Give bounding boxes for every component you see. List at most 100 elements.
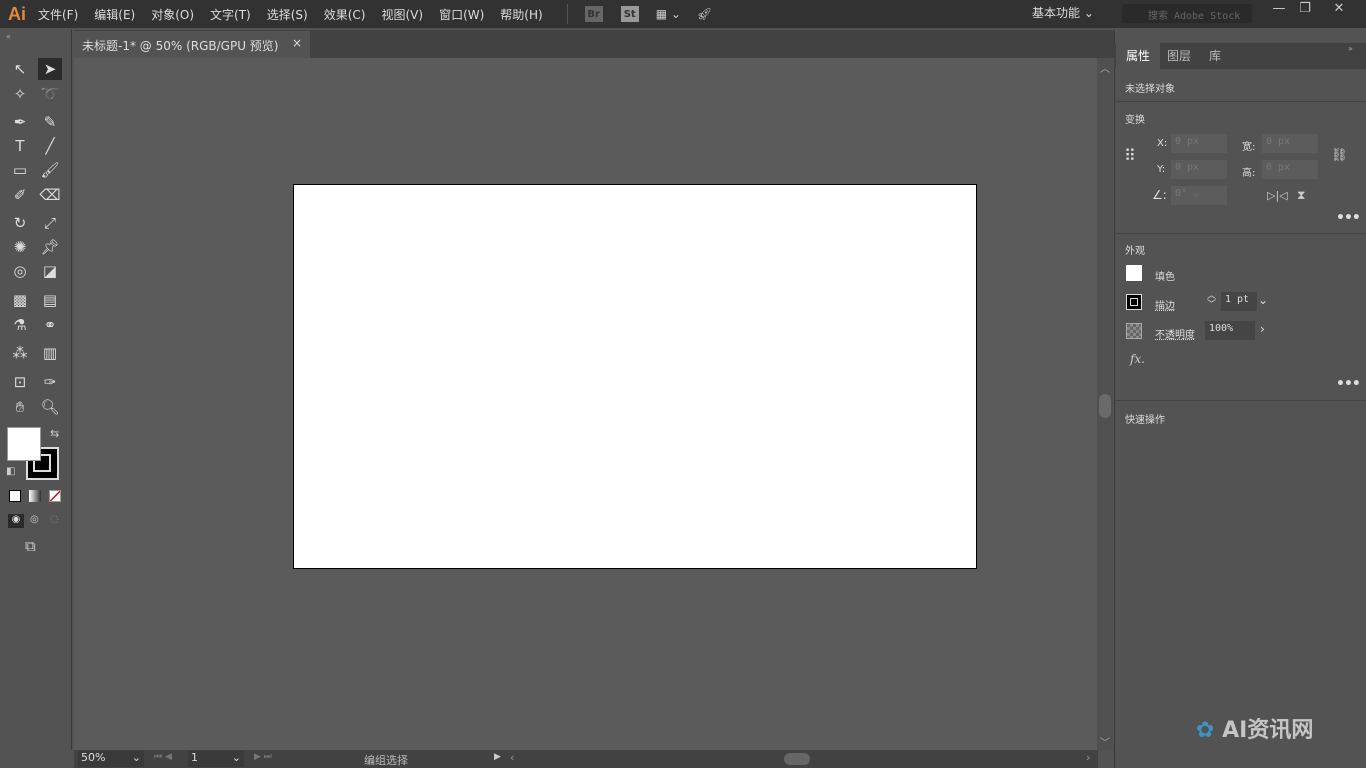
document-tab-title: 未标题-1* @ 50% (RGB/GPU 预览) [82,39,279,53]
tab-layers[interactable]: 图层 [1157,43,1201,69]
menu-view[interactable]: 视图(V) [381,6,423,23]
effects-button[interactable]: fx. [1130,352,1145,366]
zoom-level-select[interactable]: 50% ⌄ [78,751,144,767]
flip-vertical-icon[interactable]: ⧗ [1297,188,1305,203]
draw-inside-icon[interactable]: ◌ [50,514,59,525]
shaper-tool-icon[interactable]: ✐ [8,184,32,206]
quick-actions-heading: 快速操作 [1125,415,1165,426]
perspective-grid-icon[interactable]: ◪ [38,260,62,282]
draw-behind-icon[interactable]: ◎ [30,514,39,525]
gradient-tool-icon[interactable]: ▤ [38,289,62,311]
watermark-logo: ✿ AI资讯网 [1196,718,1314,743]
status-menu-icon[interactable]: ▶ [494,752,501,762]
width-field[interactable]: 0 px [1262,134,1318,153]
artboard[interactable] [293,184,977,569]
magic-wand-icon[interactable]: ✧ [8,83,32,105]
shape-builder-icon[interactable]: ◎ [8,260,32,282]
gpu-rocket-icon[interactable]: 🚀︎ [697,7,712,21]
puppet-warp-icon[interactable]: 📌︎ [38,236,62,258]
color-mode-icon[interactable] [9,490,21,502]
height-label: 高: [1242,168,1256,179]
more-transform-options-icon[interactable]: ••• [1336,210,1361,226]
fill-color-swatch[interactable] [1126,265,1142,281]
rotate-tool-icon[interactable]: ↻ [8,212,32,234]
rotate-field[interactable]: 0° ⌄ [1171,186,1227,205]
zoom-tool-icon[interactable]: 🔍︎ [38,396,62,418]
default-colors-icon[interactable]: ◧ [6,466,15,477]
stock-icon[interactable]: St [620,6,639,22]
fill-swatch[interactable] [7,427,41,461]
y-field[interactable]: 0 px [1171,160,1227,179]
stroke-color-swatch[interactable] [1126,294,1142,310]
menu-window[interactable]: 窗口(W) [439,6,484,23]
gradient-mode-icon[interactable] [29,490,41,502]
paintbrush-icon[interactable]: 🖌︎ [38,159,62,181]
artboard-number-select[interactable]: 1 ⌄ [188,751,244,767]
menu-help[interactable]: 帮助(H) [500,6,542,23]
pen-tool-icon[interactable]: ✒ [8,111,32,133]
scale-tool-icon[interactable]: ⤢ [38,212,62,234]
workspace-switcher[interactable]: 基本功能 ⌄ [1032,4,1094,21]
eyedropper-icon[interactable]: ⚗ [8,314,32,336]
scroll-right-icon[interactable]: › [1086,751,1090,764]
menu-effect[interactable]: 效果(C) [324,6,366,23]
slice-tool-icon[interactable]: ✑ [38,371,62,393]
tab-properties[interactable]: 属性 [1116,43,1161,69]
menu-select[interactable]: 选择(S) [267,6,308,23]
menu-edit[interactable]: 编辑(E) [94,6,135,23]
x-field[interactable]: 0 px [1171,134,1227,153]
eraser-icon[interactable]: ⌫ [38,184,62,206]
scroll-down-icon[interactable]: ﹀ [1100,734,1110,749]
next-artboard-icon[interactable]: ▶ ⏭ [254,752,272,762]
lasso-icon[interactable]: ➰ [38,83,62,105]
type-tool-icon[interactable]: T [8,135,32,157]
arrange-documents-icon[interactable]: ▦ ⌄ [656,7,681,21]
draw-normal-icon[interactable]: ◉ [8,514,24,528]
reference-point-icon[interactable]: ⠿ [1124,146,1136,165]
horizontal-scroll-thumb[interactable] [784,753,810,765]
close-tab-icon[interactable]: × [292,36,302,50]
flip-horizontal-icon[interactable]: ▷|◁ [1267,189,1288,202]
blend-tool-icon[interactable]: ⚭ [38,314,62,336]
stroke-stepper-icon[interactable]: ︿ ﹀ [1207,292,1216,310]
scroll-up-icon[interactable]: ︿ [1100,60,1110,75]
close-button[interactable]: ✕ [1322,0,1356,20]
menu-object[interactable]: 对象(O) [151,6,194,23]
none-mode-icon[interactable] [49,490,61,502]
curvature-tool-icon[interactable]: ✎ [38,111,62,133]
screen-mode-icon[interactable]: ⧉ [25,537,36,555]
opacity-field[interactable]: 100% [1205,321,1255,340]
bridge-icon[interactable]: Br [584,6,603,22]
divider [1114,101,1366,102]
artboard-tool-icon[interactable]: ⊡ [8,371,32,393]
graph-tool-icon[interactable]: ▥ [38,342,62,364]
vertical-scroll-thumb[interactable] [1099,394,1111,418]
constrain-proportions-icon[interactable]: ⛓ [1331,148,1348,163]
stroke-label[interactable]: 描边 [1155,297,1175,312]
more-appearance-options-icon[interactable]: ••• [1336,376,1361,392]
line-tool-icon[interactable]: ╱ [38,135,62,157]
restore-button[interactable]: ❐ [1288,0,1322,20]
mesh-tool-icon[interactable]: ▩ [8,289,32,311]
opacity-label[interactable]: 不透明度 [1155,326,1195,341]
swap-colors-icon[interactable]: ⇆ [50,427,59,440]
scroll-left-icon[interactable]: ‹ [510,751,514,764]
height-field[interactable]: 0 px [1262,160,1318,179]
first-artboard-icon[interactable]: ⏮ ◀ [154,752,172,762]
symbol-sprayer-icon[interactable]: ⁂ [8,342,32,364]
document-tab[interactable]: 未标题-1* @ 50% (RGB/GPU 预览) × [74,31,310,58]
warp-tool-icon[interactable]: ✺ [8,236,32,258]
collapse-panel-icon[interactable]: » [1348,44,1353,53]
tab-libraries[interactable]: 库 [1199,43,1231,69]
hand-tool-icon[interactable]: ✋︎ [8,396,32,418]
stock-search-input[interactable]: 搜索 Adobe Stock [1122,4,1252,23]
rectangle-tool-icon[interactable]: ▭ [8,159,32,181]
menu-file[interactable]: 文件(F) [38,6,78,23]
direct-selection-tool-icon[interactable]: ➤ [38,58,62,80]
selection-tool-icon[interactable]: ↖ [8,58,32,80]
collapse-toolbar-icon[interactable]: « [6,32,11,41]
opacity-expand-icon[interactable]: › [1260,322,1265,336]
stroke-weight-field[interactable]: 1 pt [1221,292,1257,311]
menu-type[interactable]: 文字(T) [210,6,251,23]
stroke-weight-dropdown-icon[interactable]: ⌄ [1258,293,1268,307]
